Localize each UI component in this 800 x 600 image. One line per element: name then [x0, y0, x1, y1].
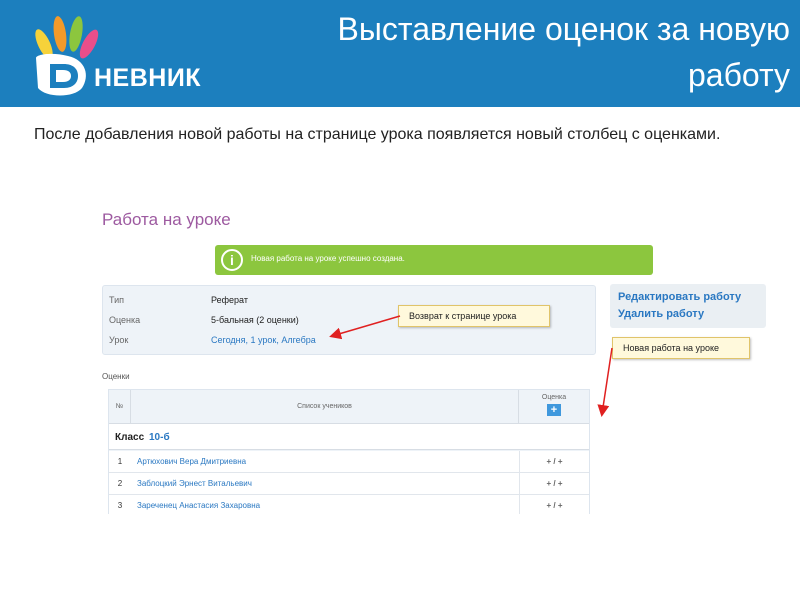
dnevnik-logo: НЕВНИК	[24, 14, 201, 100]
success-banner: i Новая работа на уроке успешно создана.	[215, 245, 653, 275]
column-header-number: №	[109, 390, 131, 424]
grade-cell[interactable]: + / +	[519, 451, 589, 473]
info-icon: i	[221, 249, 243, 271]
table-row: 1 Артюхович Вера Дмитриевна + / +	[109, 451, 589, 473]
column-header-grade: Оценка +	[519, 390, 589, 424]
delete-work-link[interactable]: Удалить работу	[618, 308, 704, 320]
grade-cell[interactable]: + / +	[519, 473, 589, 495]
success-message: Новая работа на уроке успешно создана.	[251, 254, 405, 263]
row-number: 1	[117, 457, 123, 466]
info-key: Урок	[109, 335, 129, 345]
table-row: 3 Зареченец Анастасия Захаровна + / +	[109, 495, 589, 514]
grade-column-label: Оценка	[541, 394, 567, 401]
class-name-link[interactable]: 10-б	[149, 432, 170, 443]
lesson-link[interactable]: Сегодня, 1 урок, Алгебра	[211, 335, 411, 345]
slide-title: Выставление оценок за новую работу	[337, 11, 790, 93]
table-header: № Список учеников Оценка +	[109, 390, 589, 424]
table-row: 2 Заблоцкий Эрнест Витальевич + / +	[109, 473, 589, 495]
info-key: Оценка	[109, 315, 141, 325]
logo-word: НЕВНИК	[94, 64, 202, 92]
info-key: Тип	[109, 295, 125, 305]
edit-work-link[interactable]: Редактировать работу	[618, 291, 741, 303]
class-row: Класс 10-б	[109, 424, 589, 450]
grades-label: Оценки	[102, 372, 130, 381]
student-link[interactable]: Заблоцкий Эрнест Витальевич	[137, 473, 252, 495]
intro-text: После добавления новой работы на страниц…	[34, 126, 721, 143]
callout-new-work: Новая работа на уроке	[612, 337, 750, 359]
page-heading: Работа на уроке	[102, 210, 231, 229]
student-link[interactable]: Артюхович Вера Дмитриевна	[137, 451, 246, 473]
info-value: Реферат	[211, 295, 248, 305]
slide-header: НЕВНИК Выставление оценок за новую работ…	[0, 0, 800, 107]
slide: НЕВНИК Выставление оценок за новую работ…	[0, 0, 800, 600]
add-grade-button[interactable]: +	[547, 404, 561, 416]
class-prefix: Класс	[115, 432, 145, 443]
callout-back-to-lesson: Возврат к странице урока	[398, 305, 550, 327]
row-number: 3	[117, 501, 123, 510]
student-link[interactable]: Зареченец Анастасия Захаровна	[137, 495, 260, 514]
grade-cell[interactable]: + / +	[519, 495, 589, 514]
info-value: 5-бальная (2 оценки)	[211, 315, 299, 325]
row-number: 2	[117, 479, 123, 488]
actions-panel: Редактировать работу Удалить работу	[610, 284, 766, 328]
column-header-students: Список учеников	[131, 390, 519, 424]
grades-table: № Список учеников Оценка + Класс 10-б 1 …	[108, 389, 590, 514]
